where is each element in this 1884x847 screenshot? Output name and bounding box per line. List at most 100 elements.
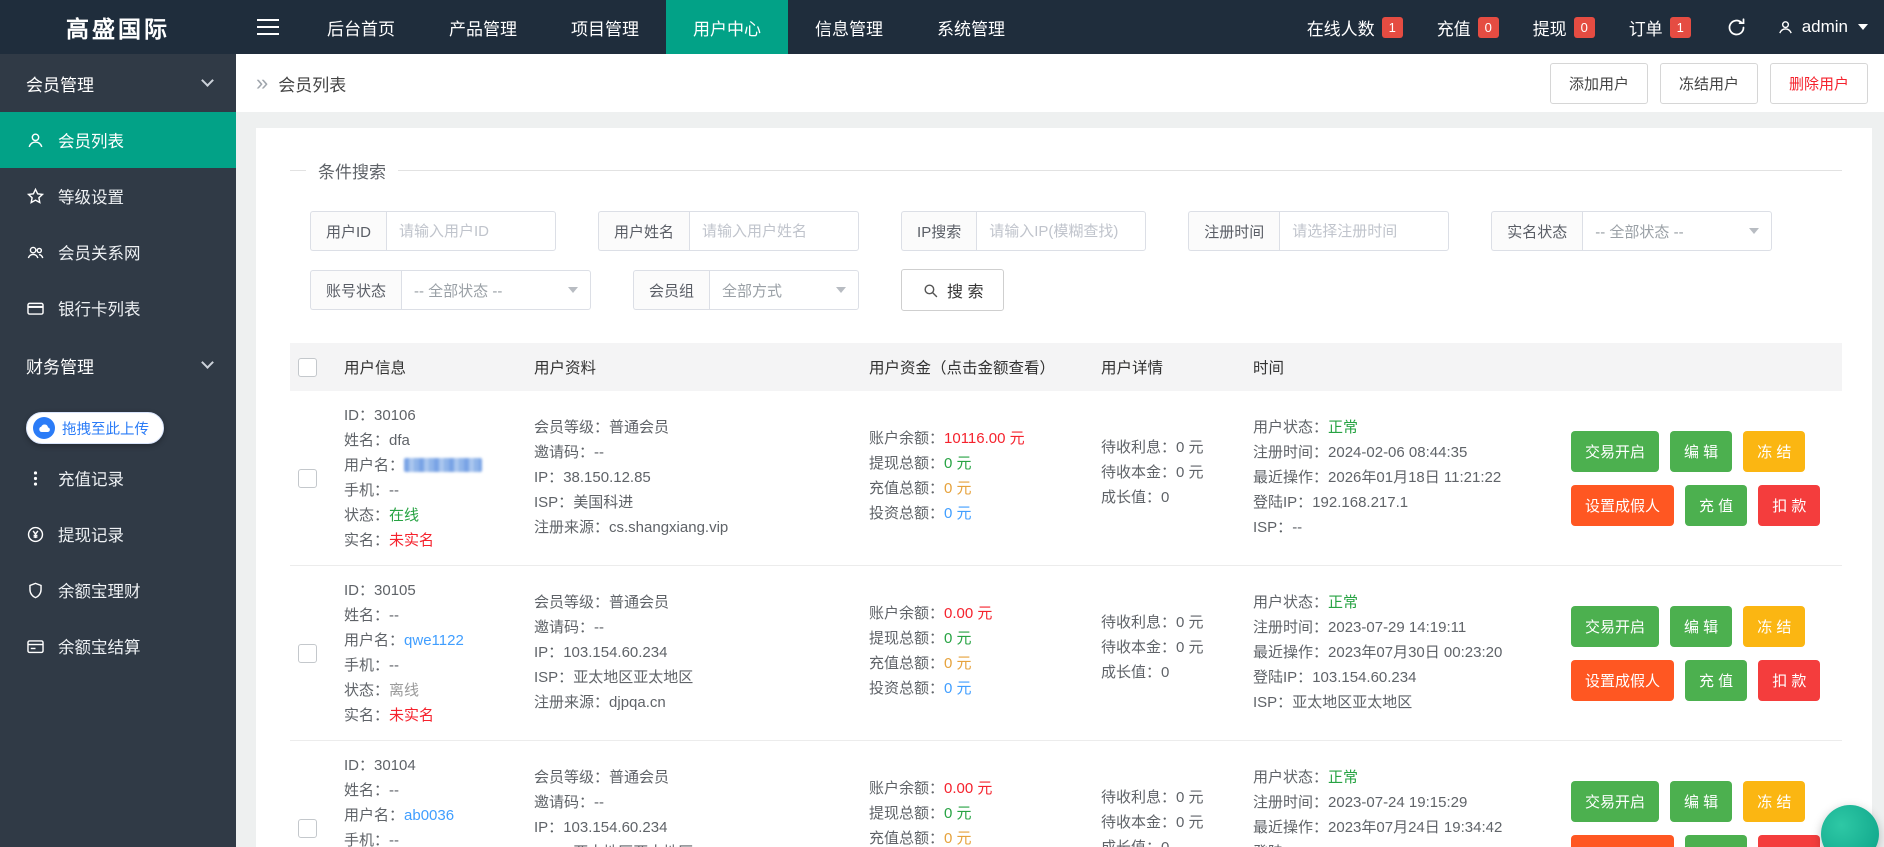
funds-balance-value[interactable]: 0.00 元 (944, 780, 992, 797)
sidebar-group-member[interactable]: 会员管理 (0, 54, 236, 112)
upload-drop-tip[interactable]: 拖拽至此上传 (26, 412, 164, 444)
sidebar-item-label: 余额宝结算 (58, 634, 141, 658)
funds-withdraw-value[interactable]: 0 元 (944, 805, 972, 822)
sidebar-item-member-list[interactable]: 会员列表 (0, 112, 236, 168)
sidebar-item-member-network[interactable]: 会员关系网 (0, 224, 236, 280)
sidebar-item-yuebao-finance[interactable]: 余额宝理财 (0, 562, 236, 618)
info-username-value[interactable] (404, 458, 482, 472)
nav-item-products[interactable]: 产品管理 (422, 0, 544, 54)
member-group-select[interactable]: 全部方式 (709, 270, 859, 310)
sidebar-item-label: 会员关系网 (58, 240, 141, 264)
nav-item-system[interactable]: 系统管理 (910, 0, 1032, 54)
row-checkbox[interactable] (298, 469, 317, 488)
header-user-info: 用户信息 (344, 356, 534, 378)
user-name-input[interactable] (689, 211, 859, 251)
time-register: 注册时间：2024-02-06 08:44:35 (1253, 440, 1561, 465)
user-info-cell: ID：30104 姓名：-- 用户名：ab0036 手机：-- 状态：离线 实名… (344, 753, 534, 847)
set-fake-button[interactable]: 设置成假人 (1571, 660, 1674, 701)
select-all-checkbox[interactable] (298, 358, 317, 377)
info-phone: 手机：-- (344, 828, 524, 847)
search-button[interactable]: 搜 索 (901, 269, 1004, 311)
info-phone-value: -- (389, 482, 399, 499)
freeze-button[interactable]: 冻 结 (1743, 606, 1805, 647)
account-status-select[interactable]: -- 全部状态 -- (401, 270, 591, 310)
row-checkbox[interactable] (298, 644, 317, 663)
refresh-button[interactable] (1708, 17, 1765, 38)
sidebar-item-bank-cards[interactable]: 银行卡列表 (0, 280, 236, 336)
set-fake-button[interactable]: 设置成假人 (1571, 485, 1674, 526)
freeze-user-button[interactable]: 冻结用户 (1660, 63, 1758, 104)
nav-item-info[interactable]: 信息管理 (788, 0, 910, 54)
sidebar-item-yuebao-settle[interactable]: 余额宝结算 (0, 618, 236, 674)
profile-invite-label: 邀请码： (534, 619, 594, 636)
deduct-button[interactable]: 扣 款 (1758, 835, 1820, 847)
profile-ip-value: 103.154.60.234 (563, 644, 667, 661)
trade-open-button[interactable]: 交易开启 (1571, 431, 1659, 472)
funds-recharge-value[interactable]: 0 元 (944, 655, 972, 672)
info-status-label: 状态： (344, 682, 389, 699)
detail-growth: 成长值：0 (1101, 660, 1243, 685)
trade-open-button[interactable]: 交易开启 (1571, 781, 1659, 822)
set-fake-button[interactable]: 设置成假人 (1571, 835, 1674, 847)
funds-invest-value[interactable]: 0 元 (944, 505, 972, 522)
stat-online-users[interactable]: 在线人数 1 (1290, 15, 1420, 40)
edit-button[interactable]: 编 辑 (1670, 431, 1732, 472)
ip-search-input[interactable] (976, 211, 1146, 251)
time-register-value: 2023-07-29 14:19:11 (1328, 619, 1466, 636)
funds-withdraw-value[interactable]: 0 元 (944, 455, 972, 472)
edit-button[interactable]: 编 辑 (1670, 781, 1732, 822)
funds-balance-value[interactable]: 10116.00 元 (944, 430, 1025, 447)
profile-isp: ISP：美国科进 (534, 490, 859, 515)
recharge-button[interactable]: 充 值 (1685, 485, 1747, 526)
deduct-button[interactable]: 扣 款 (1758, 485, 1820, 526)
row-actions-cell: 交易开启 编 辑 冻 结 设置成假人 充 值 扣 款 (1571, 578, 1842, 728)
menu-toggle[interactable] (236, 0, 300, 54)
stat-orders[interactable]: 订单 1 (1612, 15, 1708, 40)
nav-item-user-center[interactable]: 用户中心 (666, 0, 788, 54)
realname-status-select[interactable]: -- 全部状态 -- (1582, 211, 1772, 251)
field-ip-search: IP搜索 (901, 211, 1146, 251)
trade-open-button[interactable]: 交易开启 (1571, 606, 1659, 647)
user-menu[interactable]: admin (1765, 17, 1876, 37)
info-username-value[interactable]: qwe1122 (404, 632, 464, 649)
row-checkbox[interactable] (298, 819, 317, 838)
freeze-button[interactable]: 冻 结 (1743, 431, 1805, 472)
funds-invest-value[interactable]: 0 元 (944, 680, 972, 697)
stat-withdraw[interactable]: 提现 0 (1516, 15, 1612, 40)
funds-invest: 投资总额：0 元 (869, 501, 1091, 526)
delete-user-button[interactable]: 删除用户 (1770, 63, 1868, 104)
recharge-button[interactable]: 充 值 (1685, 835, 1747, 847)
sidebar-item-level-settings[interactable]: 等级设置 (0, 168, 236, 224)
sidebar-group-finance[interactable]: 财务管理 (0, 336, 236, 394)
sidebar-item-withdraw-records[interactable]: 提现记录 (0, 506, 236, 562)
field-register-time: 注册时间 (1188, 211, 1449, 251)
profile-source-label: 注册来源： (534, 519, 609, 536)
info-username-value[interactable]: ab0036 (404, 807, 454, 824)
topbar: 高盛国际 后台首页 产品管理 项目管理 用户中心 信息管理 系统管理 在线人数 … (0, 0, 1884, 54)
withdraw-record-icon (26, 525, 45, 544)
field-label: 用户姓名 (598, 211, 689, 251)
detail-growth: 成长值：0 (1101, 835, 1243, 847)
info-realname-value: 未实名 (389, 707, 434, 724)
nav-item-projects[interactable]: 项目管理 (544, 0, 666, 54)
funds-balance: 账户余额：0.00 元 (869, 776, 1091, 801)
recharge-button[interactable]: 充 值 (1685, 660, 1747, 701)
funds-balance: 账户余额：10116.00 元 (869, 426, 1091, 451)
detail-interest: 待收利息：0 元 (1101, 785, 1243, 810)
profile-ip: IP：38.150.12.85 (534, 465, 859, 490)
add-user-button[interactable]: 添加用户 (1550, 63, 1648, 104)
actions-row-1: 交易开启 编 辑 冻 结 (1571, 606, 1832, 647)
edit-button[interactable]: 编 辑 (1670, 606, 1732, 647)
register-time-input[interactable] (1279, 211, 1449, 251)
stat-recharge[interactable]: 充值 0 (1420, 15, 1516, 40)
funds-recharge-value[interactable]: 0 元 (944, 830, 972, 847)
funds-recharge-value[interactable]: 0 元 (944, 480, 972, 497)
sidebar-item-recharge-records[interactable]: 充值记录 (0, 450, 236, 506)
freeze-button[interactable]: 冻 结 (1743, 781, 1805, 822)
user-id-input[interactable] (386, 211, 556, 251)
deduct-button[interactable]: 扣 款 (1758, 660, 1820, 701)
funds-balance-value[interactable]: 0.00 元 (944, 605, 992, 622)
nav-item-dashboard[interactable]: 后台首页 (300, 0, 422, 54)
stat-label: 订单 (1629, 15, 1663, 40)
funds-withdraw-value[interactable]: 0 元 (944, 630, 972, 647)
